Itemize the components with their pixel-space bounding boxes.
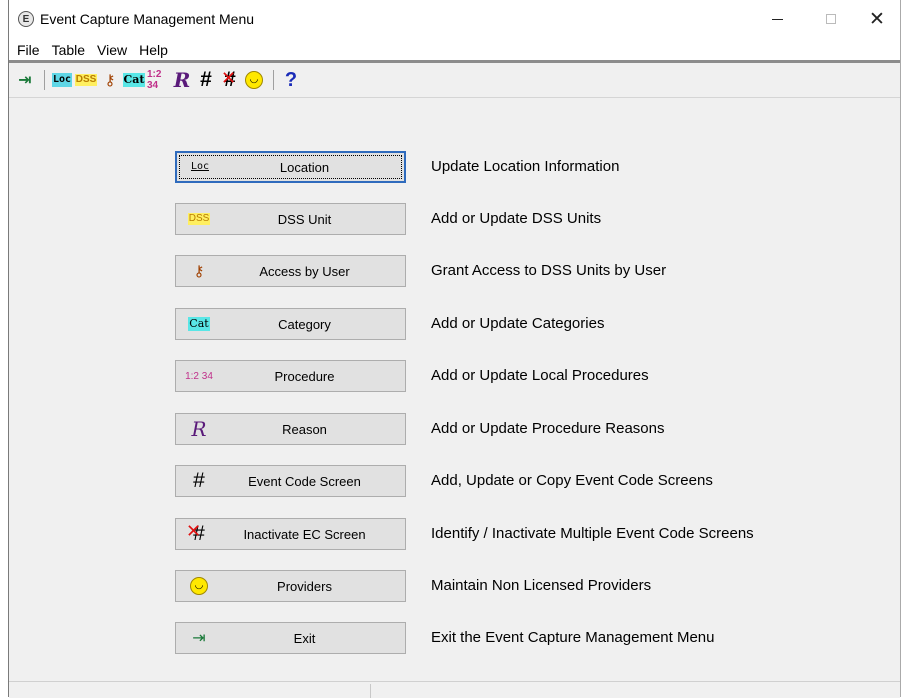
access-by-user-button[interactable]: ⚷ Access by User xyxy=(175,255,406,287)
description: Maintain Non Licensed Providers xyxy=(431,577,652,594)
toolbar-procedure-icon[interactable]: 1:2 34 xyxy=(147,69,169,91)
event-code-screen-button[interactable]: # Event Code Screen xyxy=(175,465,406,497)
description: Update Location Information xyxy=(431,158,620,175)
row-inactivate-ec-screen: # Inactivate EC Screen Identify / Inacti… xyxy=(9,518,900,550)
button-label: Exit xyxy=(293,630,316,646)
status-separator xyxy=(370,684,371,698)
description: Exit the Event Capture Management Menu xyxy=(431,629,715,646)
toolbar-inactivate-ec-screen-icon[interactable]: # xyxy=(219,68,241,91)
button-label: DSS Unit xyxy=(277,211,332,227)
inactivate-ec-screen-icon: # xyxy=(184,521,214,546)
event-code-screen-icon: # xyxy=(193,469,205,492)
exit-icon: ⇥ xyxy=(192,630,206,647)
menu-bar: File Table View Help xyxy=(9,38,900,63)
button-label: Procedure xyxy=(274,368,335,384)
dss-unit-button[interactable]: DSS DSS Unit xyxy=(175,203,406,235)
button-label: Providers xyxy=(277,578,332,594)
toolbar-help-icon[interactable]: ? xyxy=(280,69,302,91)
procedure-button[interactable]: 1:2 34 Procedure xyxy=(175,360,406,392)
minimize-button[interactable] xyxy=(754,0,800,38)
location-icon: Loc xyxy=(190,161,210,172)
close-button[interactable]: ✕ xyxy=(854,0,900,38)
button-label: Reason xyxy=(282,421,327,437)
exit-button[interactable]: ⇥ Exit xyxy=(175,622,406,654)
row-reason: R Reason Add or Update Procedure Reasons xyxy=(9,413,900,445)
app-icon[interactable]: E xyxy=(18,11,34,27)
dss-unit-icon: DSS xyxy=(187,213,211,225)
row-dss-unit: DSS DSS Unit Add or Update DSS Units xyxy=(9,203,900,235)
location-button[interactable]: Loc Location xyxy=(175,151,406,183)
window-title: Event Capture Management Menu xyxy=(40,11,255,27)
button-label: Location xyxy=(279,159,330,175)
title-bar[interactable]: E Event Capture Management Menu ✕ xyxy=(9,0,900,38)
reason-button[interactable]: R Reason xyxy=(175,413,406,445)
reason-icon: R xyxy=(191,417,207,441)
row-exit: ⇥ Exit Exit the Event Capture Management… xyxy=(9,622,900,654)
access-icon: ⚷ xyxy=(193,263,205,280)
row-category: Cat Category Add or Update Categories xyxy=(9,308,900,340)
menu-help[interactable]: Help xyxy=(133,42,174,60)
row-access-by-user: ⚷ Access by User Grant Access to DSS Uni… xyxy=(9,255,900,287)
toolbar-event-code-screen-icon[interactable]: # xyxy=(195,68,217,91)
maximize-icon xyxy=(826,14,836,24)
description: Grant Access to DSS Units by User xyxy=(431,262,667,279)
close-icon: ✕ xyxy=(869,8,885,30)
menu-table[interactable]: Table xyxy=(46,42,91,60)
toolbar-exit-icon[interactable]: ⇥ xyxy=(14,69,36,91)
maximize-button[interactable] xyxy=(808,0,854,38)
row-procedure: 1:2 34 Procedure Add or Update Local Pro… xyxy=(9,360,900,392)
providers-button[interactable]: ◡ Providers xyxy=(175,570,406,602)
description: Add or Update DSS Units xyxy=(431,210,602,227)
toolbar-dss-unit-icon[interactable]: DSS xyxy=(74,69,98,91)
toolbar-reason-icon[interactable]: R xyxy=(171,68,193,92)
row-providers: ◡ Providers Maintain Non Licensed Provid… xyxy=(9,570,900,602)
status-bar xyxy=(9,681,900,698)
button-label: Access by User xyxy=(259,263,350,279)
row-location: Loc Location Update Location Information xyxy=(9,151,900,183)
providers-icon: ◡ xyxy=(184,577,214,595)
toolbar-access-icon[interactable]: ⚷ xyxy=(99,69,121,91)
button-label: Inactivate EC Screen xyxy=(243,526,366,542)
description: Add or Update Procedure Reasons xyxy=(431,420,665,437)
button-label: Event Code Screen xyxy=(248,473,361,489)
description: Add, Update or Copy Event Code Screens xyxy=(431,472,713,489)
row-event-code-screen: # Event Code Screen Add, Update or Copy … xyxy=(9,465,900,497)
menu-file[interactable]: File xyxy=(11,42,46,60)
toolbar-providers-icon[interactable]: ◡ xyxy=(243,69,265,91)
toolbar-category-icon[interactable]: Cat xyxy=(122,69,146,91)
button-label: Category xyxy=(278,316,331,332)
toolbar-location-icon[interactable]: Loc xyxy=(51,69,73,91)
procedure-icon: 1:2 34 xyxy=(185,370,213,382)
menu-view[interactable]: View xyxy=(91,42,133,60)
app-window: E Event Capture Management Menu ✕ File T… xyxy=(8,0,901,698)
toolbar-separator xyxy=(44,70,45,90)
toolbar-separator xyxy=(273,70,274,90)
description: Add or Update Local Procedures xyxy=(431,367,649,384)
minimize-icon xyxy=(771,18,783,20)
description: Add or Update Categories xyxy=(431,315,605,332)
description: Identify / Inactivate Multiple Event Cod… xyxy=(431,525,754,542)
toolbar: ⇥ Loc DSS ⚷ Cat 1:2 34 R # # ◡ ? xyxy=(9,63,900,98)
category-icon: Cat xyxy=(188,317,210,331)
inactivate-ec-screen-button[interactable]: # Inactivate EC Screen xyxy=(175,518,406,550)
category-button[interactable]: Cat Category xyxy=(175,308,406,340)
